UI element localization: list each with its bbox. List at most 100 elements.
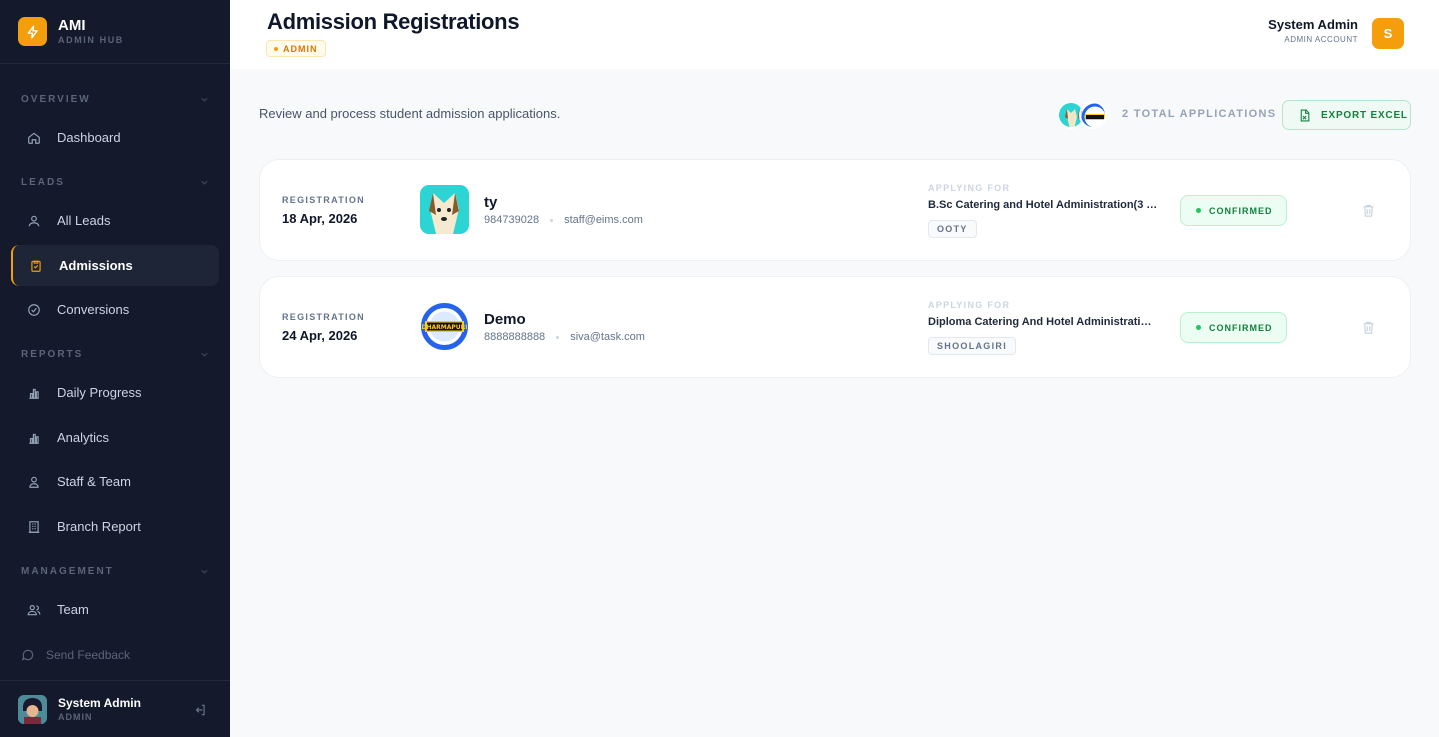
sidebar-item-label: Dashboard bbox=[57, 130, 121, 145]
registration-label: REGISTRATION bbox=[282, 195, 365, 205]
sidebar-user[interactable]: System Admin ADMIN bbox=[0, 680, 230, 737]
section-label: REPORTS bbox=[21, 349, 84, 360]
section-reports[interactable]: REPORTS bbox=[21, 349, 209, 360]
section-leads[interactable]: LEADS bbox=[21, 177, 209, 188]
message-icon bbox=[21, 648, 35, 662]
status-dot bbox=[1196, 208, 1201, 213]
lightning-icon bbox=[18, 17, 47, 46]
sidebar-item-analytics[interactable]: Analytics bbox=[11, 417, 219, 458]
registration-label: REGISTRATION bbox=[282, 312, 365, 322]
header-user-name: System Admin bbox=[1268, 17, 1358, 32]
check-circle-icon bbox=[27, 303, 41, 317]
trash-icon[interactable] bbox=[1361, 320, 1376, 335]
applicant-phone: 984739028 bbox=[484, 214, 540, 226]
sidebar-item-label: Conversions bbox=[57, 302, 130, 317]
applicant-name: Demo bbox=[484, 311, 526, 328]
course-name: B.Sc Catering and Hotel Administration(3… bbox=[928, 199, 1158, 211]
brand-subtitle: ADMIN HUB bbox=[58, 35, 124, 45]
status-label: CONFIRMED bbox=[1209, 205, 1273, 216]
sidebar-item-team[interactable]: Team bbox=[11, 589, 219, 630]
applicant-contact: 984739028 staff@eims.com bbox=[484, 214, 643, 226]
sidebar-item-label: Daily Progress bbox=[57, 385, 142, 400]
avatar bbox=[420, 185, 469, 234]
applicant-name: ty bbox=[484, 194, 498, 211]
applicant-contact: 8888888888 siva@task.com bbox=[484, 331, 645, 343]
table-row[interactable]: REGISTRATION 18 Apr, 2026 ty 984739028 s… bbox=[259, 159, 1411, 261]
table-row[interactable]: REGISTRATION 24 Apr, 2026 DHARMAPURI Dem… bbox=[259, 276, 1411, 378]
export-excel-label: EXPORT EXCEL bbox=[1321, 109, 1408, 121]
logout-icon[interactable] bbox=[193, 703, 207, 722]
sidebar-item-daily-progress[interactable]: Daily Progress bbox=[11, 372, 219, 413]
sidebar-item-admissions[interactable]: Admissions bbox=[11, 245, 219, 286]
header-avatar[interactable]: S bbox=[1372, 18, 1404, 49]
avatar bbox=[1079, 101, 1107, 129]
sidebar-item-staff-team[interactable]: Staff & Team bbox=[11, 461, 219, 502]
registration-date: 24 Apr, 2026 bbox=[282, 328, 358, 343]
applicant-email: siva@task.com bbox=[570, 331, 645, 343]
sidebar-item-label: Analytics bbox=[57, 430, 110, 445]
trash-icon[interactable] bbox=[1361, 203, 1376, 218]
building-icon bbox=[27, 520, 41, 534]
sidebar-item-all-leads[interactable]: All Leads bbox=[11, 200, 219, 241]
sidebar-user-role: ADMIN bbox=[58, 712, 93, 722]
bar-chart-icon bbox=[27, 431, 41, 445]
role-badge: ADMIN bbox=[266, 40, 326, 57]
page-title: Admission Registrations bbox=[267, 9, 520, 34]
section-overview[interactable]: OVERVIEW bbox=[21, 94, 209, 105]
course-name: Diploma Catering And Hotel Administratio… bbox=[928, 316, 1158, 328]
chevron-down-icon bbox=[201, 97, 208, 102]
clipboard-icon bbox=[29, 259, 43, 273]
section-label: LEADS bbox=[21, 177, 65, 188]
file-spreadsheet-icon bbox=[1298, 109, 1311, 122]
sidebar-item-label: Staff & Team bbox=[57, 474, 131, 489]
home-icon bbox=[27, 131, 41, 145]
role-badge-label: ADMIN bbox=[283, 43, 318, 54]
status-badge[interactable]: CONFIRMED bbox=[1180, 195, 1287, 226]
top-header: Admission Registrations ADMIN System Adm… bbox=[230, 0, 1439, 69]
avatar: DHARMAPURI bbox=[420, 302, 469, 351]
send-feedback-link[interactable]: Send Feedback bbox=[21, 648, 130, 662]
applicant-phone: 8888888888 bbox=[484, 331, 546, 343]
sidebar-item-label: Admissions bbox=[59, 258, 133, 273]
sidebar-item-branch-report[interactable]: Branch Report bbox=[11, 506, 219, 547]
separator-dot bbox=[550, 218, 554, 222]
chevron-down-icon bbox=[201, 180, 208, 185]
status-dot bbox=[1196, 325, 1201, 330]
logo-text: DHARMAPURI bbox=[421, 324, 467, 331]
sidebar-item-conversions[interactable]: Conversions bbox=[11, 289, 219, 330]
brand-name: AMI bbox=[58, 17, 86, 34]
avatar-stack bbox=[1057, 101, 1107, 130]
separator-dot bbox=[556, 335, 560, 339]
status-label: CONFIRMED bbox=[1209, 322, 1273, 333]
page-subtitle: Review and process student admission app… bbox=[259, 106, 561, 121]
applying-for-label: APPLYING FOR bbox=[928, 300, 1011, 310]
sidebar-item-label: All Leads bbox=[57, 213, 111, 228]
applicant-email: staff@eims.com bbox=[564, 214, 643, 226]
header-user-role: ADMIN ACCOUNT bbox=[1284, 35, 1358, 44]
section-management[interactable]: MANAGEMENT bbox=[21, 566, 209, 577]
sidebar: AMI ADMIN HUB OVERVIEW Dashboard LEADS A… bbox=[0, 0, 230, 737]
registration-date: 18 Apr, 2026 bbox=[282, 211, 358, 226]
sidebar-item-dashboard[interactable]: Dashboard bbox=[11, 117, 219, 158]
avatar bbox=[18, 694, 47, 724]
badge-dot bbox=[274, 46, 278, 51]
bar-chart-icon bbox=[27, 386, 41, 400]
header-user[interactable]: System Admin ADMIN ACCOUNT bbox=[1268, 17, 1358, 44]
brand[interactable]: AMI ADMIN HUB bbox=[0, 0, 230, 64]
sidebar-item-label: Team bbox=[57, 602, 89, 617]
section-label: MANAGEMENT bbox=[21, 566, 114, 577]
export-excel-button[interactable]: EXPORT EXCEL bbox=[1282, 100, 1411, 130]
team-icon bbox=[27, 603, 41, 617]
sidebar-user-name: System Admin bbox=[58, 696, 141, 710]
chevron-down-icon bbox=[201, 569, 208, 574]
branch-tag: SHOOLAGIRI bbox=[928, 337, 1017, 355]
status-badge[interactable]: CONFIRMED bbox=[1180, 312, 1287, 343]
section-label: OVERVIEW bbox=[21, 94, 91, 105]
users-icon bbox=[27, 214, 41, 228]
chevron-down-icon bbox=[201, 352, 208, 357]
branch-tag: OOTY bbox=[928, 220, 977, 238]
user-icon bbox=[27, 475, 41, 489]
total-applications: 2 TOTAL APPLICATIONS bbox=[1122, 108, 1277, 120]
send-feedback-label: Send Feedback bbox=[46, 648, 131, 662]
sidebar-item-label: Branch Report bbox=[57, 519, 141, 534]
